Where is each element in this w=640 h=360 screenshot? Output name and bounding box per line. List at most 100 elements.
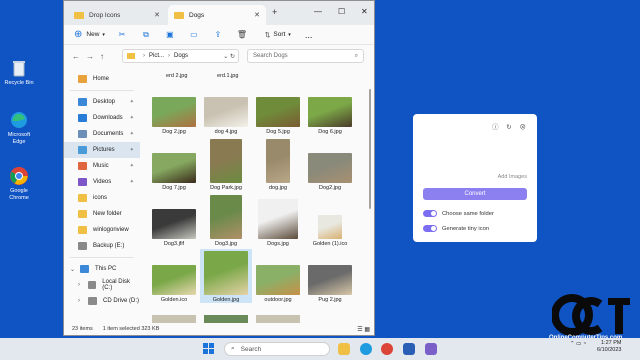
minimize-button[interactable]: — [314,7,322,16]
search-icon: ⌕ [354,52,358,59]
delete-icon[interactable]: 🗑 [237,30,247,40]
toggle-switch[interactable] [423,225,437,232]
file-thumbnail [152,209,196,239]
address-bar-row: ← → ↑ › Pict... › Dogs ⌄ ↻ Search Dogs ⌕ [64,45,374,67]
converter-app-icon[interactable] [425,343,437,355]
sidebar-item-downloads[interactable]: Downloads ✦ [64,110,140,126]
home-icon [78,75,87,83]
sidebar-item-new-folder[interactable]: New folder [64,206,140,222]
tab-drop-icons[interactable]: Drop Icons ✕ [68,5,166,25]
close-window-button[interactable]: ✕ [361,7,368,16]
paste-icon[interactable]: ▣ [165,30,175,40]
file-name: dog.jpg [268,185,288,191]
chevron-right-icon: › [78,298,80,304]
scrollbar[interactable] [368,73,372,323]
sidebar-item-label: This PC [95,266,117,272]
file-thumbnail [308,153,352,183]
sidebar-item-this-pc[interactable]: ⌄ This PC [64,261,140,277]
pictures-icon [78,146,87,154]
sidebar-item-icons[interactable]: icons [64,190,140,206]
maximize-button[interactable]: ☐ [338,7,345,16]
refresh-icon[interactable]: ⌄ ↻ [223,53,235,60]
scrollbar-thumb[interactable] [369,89,371,209]
toggle-label: Choose same folder [442,210,494,217]
new-tab-button[interactable]: + [272,7,277,17]
chevron-down-icon: ▾ [288,31,291,38]
word-icon[interactable] [403,343,415,355]
desktop-icon-chrome[interactable]: Google Chrome [2,166,36,201]
clock[interactable]: 1:27 PM 6/10/2023 [597,340,621,354]
sidebar-item-desktop[interactable]: Desktop ✦ [64,94,140,110]
back-arrow-icon[interactable]: ← [72,52,86,61]
rename-icon[interactable]: ▭ [189,30,199,40]
divider [70,257,134,258]
sidebar-item-videos[interactable]: Videos ✦ [64,174,140,190]
new-button[interactable]: ⊕ New ▾ [74,29,105,40]
file-explorer-icon[interactable] [338,343,350,355]
edge-icon[interactable] [360,343,372,355]
file-item[interactable]: Dog 5.jpg [252,81,304,135]
close-icon[interactable]: ✕ [254,11,260,19]
taskbar-search[interactable]: ⌕ Search [224,342,330,356]
sidebar-item-pictures[interactable]: Pictures ✦ [64,142,140,158]
selection-info: 1 item selected 323 KB [102,326,160,332]
sort-label: Sort [273,31,286,38]
file-item[interactable]: dog 4.jpg [200,81,252,135]
file-item[interactable]: Dogs.jpg [252,193,304,247]
forward-arrow-icon[interactable]: → [86,52,100,61]
file-item[interactable]: Dog 6.jpg [304,81,356,135]
address-bar[interactable]: › Pict... › Dogs ⌄ ↻ [122,49,239,63]
pc-icon [80,265,89,273]
file-name[interactable]: erd 2.jpg [166,73,187,79]
file-item[interactable]: Dog 2.jpg [148,81,200,135]
sidebar-item-cd-drive[interactable]: › CD Drive (D:) [64,293,140,309]
sidebar-item-documents[interactable]: Documents ✦ [64,126,140,142]
file-item[interactable]: Dog3.jfif [148,193,200,247]
up-arrow-icon[interactable]: ↑ [100,52,114,61]
tab-label: Dogs [189,11,205,19]
sidebar-item-home[interactable]: Home [64,71,140,87]
share-icon[interactable]: ⇪ [213,30,223,40]
file-item[interactable]: Golden.ico [148,249,200,303]
cut-icon[interactable]: ✂ [117,30,127,40]
file-item[interactable]: Dog Park.jpg [200,137,252,191]
sidebar-item-label: Desktop [93,99,116,105]
sidebar-item-winlogonview[interactable]: winlogonview [64,222,140,238]
desktop-icon-edge[interactable]: Microsoft Edge [2,110,36,145]
more-options-button[interactable]: ... [305,30,313,40]
add-images-link[interactable]: Add Images [498,174,527,180]
sidebar-item-label: icons [93,195,108,201]
search-input[interactable]: Search Dogs ⌕ [247,49,364,63]
chrome-icon[interactable] [381,343,393,355]
file-item[interactable]: Dog2.jpg [304,137,356,191]
system-tray-icons[interactable]: ⌃ ▭ ◔ [570,341,586,347]
breadcrumb-pictures[interactable]: Pict... [149,53,164,59]
sidebar-item-label: Music [93,163,109,169]
folder-icon [78,210,87,218]
file-item[interactable]: Pug 2.jpg [304,249,356,303]
desktop-icon-recycle-bin[interactable]: Recycle Bin [2,58,36,87]
sidebar-item-music[interactable]: Music ✦ [64,158,140,174]
toggle-generate-tiny-icon[interactable]: Generate tiny icon [423,225,489,232]
toggle-choose-same-folder[interactable]: Choose same folder [423,210,494,217]
tab-dogs[interactable]: Dogs ✕ [168,5,266,25]
file-item[interactable]: Golden.jpg [200,249,252,303]
folder-icon [78,226,87,234]
sidebar-item-local-disk[interactable]: › Local Disk (C:) [64,277,140,293]
file-item[interactable]: Dog 7.jpg [148,137,200,191]
toggle-switch[interactable] [423,210,437,217]
file-item[interactable]: Dog3.jpg [200,193,252,247]
copy-icon[interactable]: ⧉ [141,30,151,40]
windows-start-icon[interactable] [203,343,214,354]
sidebar-item-backup[interactable]: Backup (E:) [64,238,140,254]
dialog-controls[interactable]: ⓘ ↻ ⊗ [492,121,529,131]
file-item[interactable]: outdoor.jpg [252,249,304,303]
file-name[interactable]: erd.1.jpg [217,73,238,79]
file-item[interactable]: Golden (1).ico [304,193,356,247]
file-item[interactable]: dog.jpg [252,137,304,191]
view-toggle-icon[interactable]: ☰ ▦ [357,326,370,333]
breadcrumb-dogs[interactable]: Dogs [174,53,188,59]
sort-button[interactable]: ⇅ Sort ▾ [265,31,291,39]
close-icon[interactable]: ✕ [154,11,160,19]
convert-button[interactable]: Convert [423,188,527,200]
